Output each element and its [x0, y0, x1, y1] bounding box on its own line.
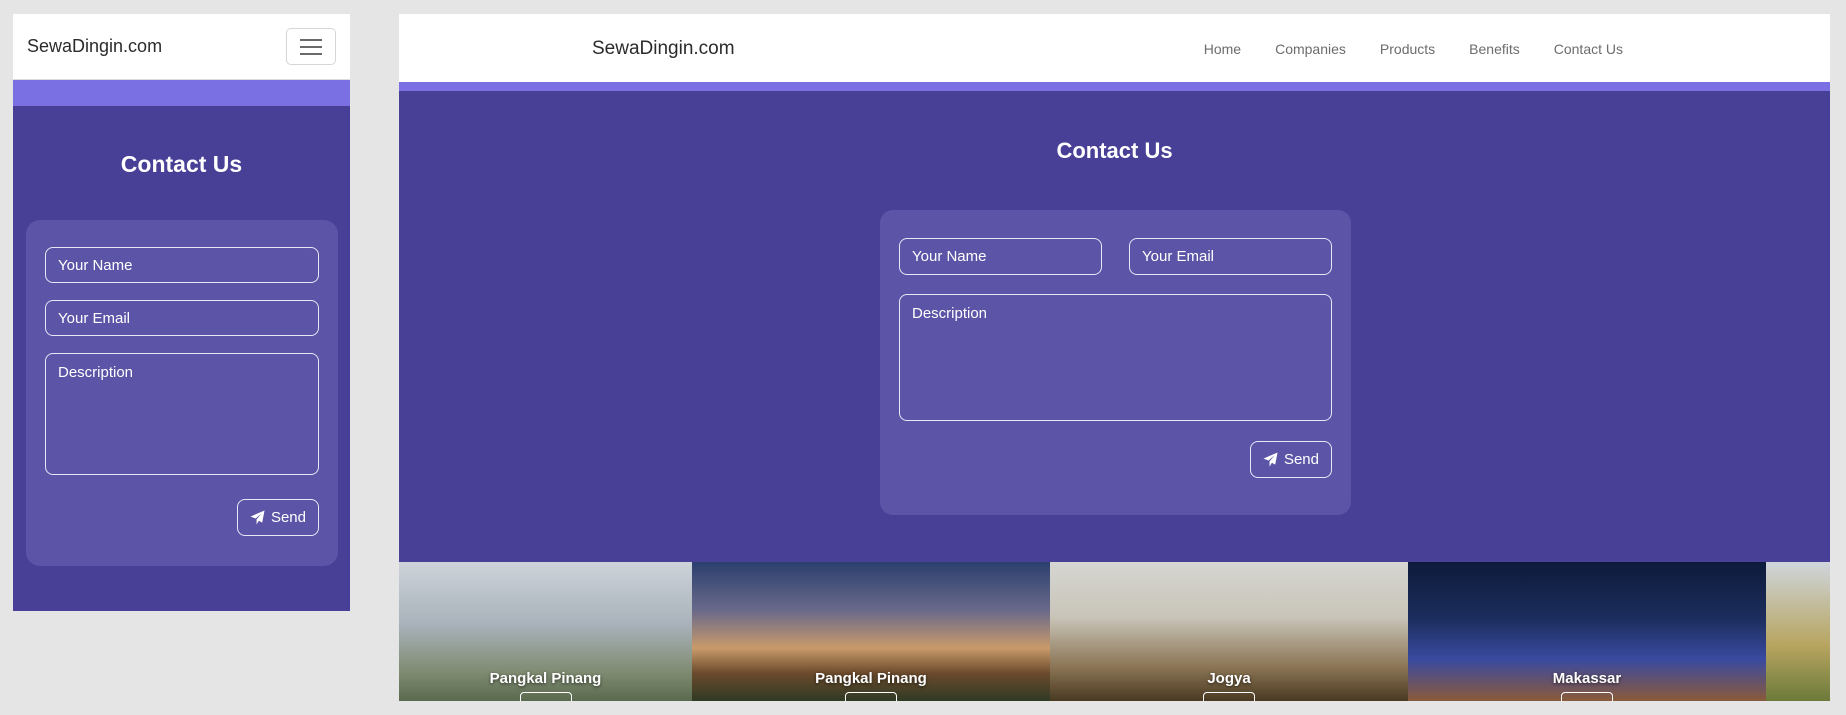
city-card[interactable]: Jogya — [1050, 562, 1408, 701]
email-input[interactable]: Your Email — [1129, 238, 1332, 275]
city-button[interactable] — [845, 692, 897, 701]
city-button[interactable] — [1561, 692, 1613, 701]
description-textarea[interactable]: Description — [899, 294, 1332, 421]
name-input[interactable]: Your Name — [45, 247, 319, 283]
hamburger-menu-icon[interactable] — [286, 28, 336, 65]
description-textarea[interactable]: Description — [45, 353, 319, 475]
send-button[interactable]: Send — [236, 499, 319, 536]
send-label: Send — [270, 509, 306, 526]
accent-strip — [13, 80, 350, 106]
city-name: Pangkal Pinang — [815, 670, 927, 687]
mobile-navbar: SewaDingin.com — [13, 14, 350, 80]
email-input[interactable]: Your Email — [45, 300, 319, 336]
city-card-partial[interactable] — [1766, 562, 1830, 701]
send-button[interactable]: Send — [1249, 441, 1332, 478]
accent-strip — [399, 82, 1830, 91]
nav-products[interactable]: Products — [1380, 41, 1435, 57]
brand-logo[interactable]: SewaDingin.com — [592, 38, 735, 60]
city-card[interactable]: Pangkal Pinang — [399, 562, 692, 701]
city-name: Jogya — [1207, 670, 1251, 687]
nav-benefits[interactable]: Benefits — [1469, 41, 1520, 57]
city-button[interactable] — [1203, 692, 1255, 701]
nav-companies[interactable]: Companies — [1275, 41, 1346, 57]
contact-title: Contact Us — [1056, 138, 1173, 163]
brand-logo[interactable]: SewaDingin.com — [27, 36, 162, 57]
contact-title: Contact Us — [120, 151, 243, 177]
contact-form-card: Your Name Your Email Description Send — [880, 210, 1351, 515]
city-card[interactable]: Makassar — [1408, 562, 1766, 701]
paper-plane-icon — [1263, 452, 1278, 467]
mobile-preview: SewaDingin.com Contact Us Your Name Your… — [13, 14, 350, 611]
contact-form-card: Your Name Your Email Description Send — [26, 220, 338, 566]
city-name: Makassar — [1552, 670, 1622, 687]
send-label: Send — [1283, 451, 1319, 468]
name-input[interactable]: Your Name — [899, 238, 1102, 275]
city-button[interactable] — [519, 692, 572, 701]
nav-contact-us[interactable]: Contact Us — [1554, 41, 1623, 57]
city-name: Pangkal Pinang — [489, 670, 602, 687]
city-card[interactable]: Pangkal Pinang — [692, 562, 1050, 701]
nav-links: Home Companies Products Benefits Contact… — [1170, 41, 1623, 57]
nav-home[interactable]: Home — [1204, 41, 1241, 57]
desktop-preview: SewaDingin.com Home Companies Products B… — [399, 14, 1830, 701]
desktop-navbar: SewaDingin.com Home Companies Products B… — [399, 14, 1830, 82]
paper-plane-icon — [250, 510, 265, 525]
city-gallery: Pangkal Pinang Pangkal Pinang Jogya Maka… — [399, 562, 1830, 701]
